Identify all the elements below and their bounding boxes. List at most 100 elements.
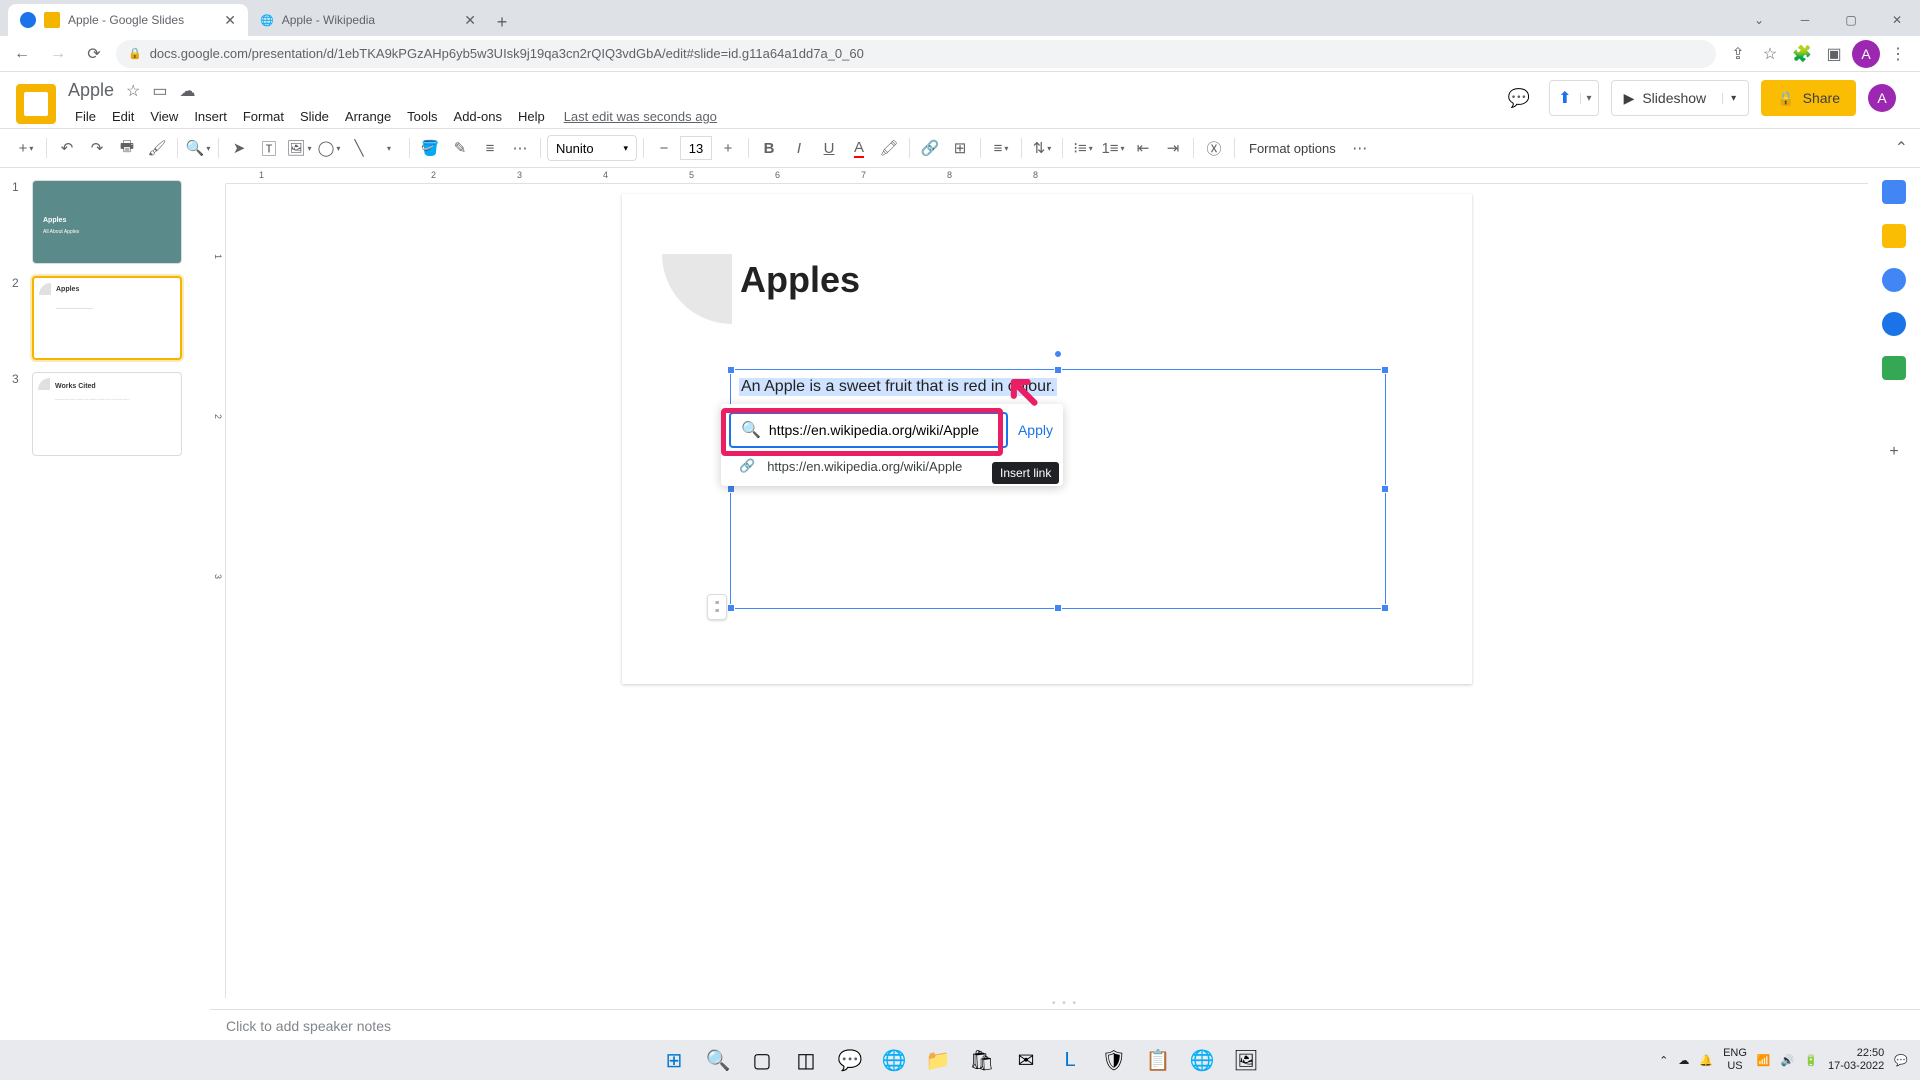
- start-button[interactable]: ⊞: [654, 1040, 694, 1080]
- last-edit-link[interactable]: Last edit was seconds ago: [564, 109, 717, 124]
- redo-button[interactable]: ↷: [83, 134, 111, 162]
- cloud-status-icon[interactable]: ☁: [180, 81, 196, 101]
- notification-icon[interactable]: 💬: [1894, 1054, 1908, 1067]
- app-icon[interactable]: L: [1050, 1040, 1090, 1080]
- highlight-button[interactable]: 🖍: [875, 134, 903, 162]
- chevron-down-icon[interactable]: ▾: [1580, 93, 1598, 104]
- bullet-list-button[interactable]: ⁝≡: [1069, 134, 1097, 162]
- shape-button[interactable]: ◯: [315, 134, 343, 162]
- menu-file[interactable]: File: [68, 105, 103, 128]
- undo-button[interactable]: ↶: [53, 134, 81, 162]
- tasks-addon-icon[interactable]: [1882, 268, 1906, 292]
- bookmark-icon[interactable]: ☆: [1756, 40, 1784, 68]
- resize-handle[interactable]: [727, 366, 735, 374]
- print-button[interactable]: 🖶: [113, 134, 141, 162]
- menu-help[interactable]: Help: [511, 105, 552, 128]
- horizontal-ruler[interactable]: 12 34 56 78 8: [226, 168, 1868, 184]
- decrease-font-button[interactable]: −: [650, 134, 678, 162]
- font-size-input[interactable]: [680, 136, 712, 160]
- line-button[interactable]: ╲: [345, 134, 373, 162]
- task-view-button[interactable]: ▢: [742, 1040, 782, 1080]
- rotate-handle[interactable]: [1054, 350, 1062, 358]
- tray-chevron-icon[interactable]: ⌃: [1659, 1054, 1668, 1067]
- image-button[interactable]: 🖼: [285, 134, 313, 162]
- back-button[interactable]: ←: [8, 40, 36, 68]
- menu-edit[interactable]: Edit: [105, 105, 141, 128]
- resize-handle[interactable]: [1381, 366, 1389, 374]
- star-icon[interactable]: ☆: [126, 81, 140, 101]
- browser-tab[interactable]: 🌐 Apple - Wikipedia ✕: [248, 4, 488, 36]
- collapse-toolbar-icon[interactable]: ⌃: [1895, 138, 1908, 158]
- selected-text-span[interactable]: An Apple is a sweet fruit that is red in…: [739, 378, 1057, 396]
- link-search-box[interactable]: 🔍: [729, 412, 1008, 448]
- format-options-button[interactable]: Format options: [1241, 141, 1344, 156]
- document-title[interactable]: Apple: [68, 80, 114, 101]
- underline-button[interactable]: U: [815, 134, 843, 162]
- zoom-button[interactable]: 🔍: [184, 134, 212, 162]
- widgets-button[interactable]: ◫: [786, 1040, 826, 1080]
- resize-handle[interactable]: [1381, 604, 1389, 612]
- link-url-input[interactable]: [769, 422, 996, 438]
- tab-search-icon[interactable]: ⌄: [1736, 4, 1782, 36]
- chrome-menu-icon[interactable]: ⋮: [1884, 40, 1912, 68]
- bold-button[interactable]: B: [755, 134, 783, 162]
- font-family-select[interactable]: Nunito ▾: [547, 135, 637, 161]
- menu-format[interactable]: Format: [236, 105, 291, 128]
- profile-avatar[interactable]: A: [1852, 40, 1880, 68]
- contacts-addon-icon[interactable]: [1882, 312, 1906, 336]
- battery-icon[interactable]: 🔋: [1804, 1054, 1818, 1067]
- wifi-icon[interactable]: 📶: [1757, 1054, 1771, 1067]
- volume-icon[interactable]: 🔊: [1781, 1054, 1795, 1067]
- resize-handle[interactable]: [727, 485, 735, 493]
- edge-icon[interactable]: 🌐: [874, 1040, 914, 1080]
- vertical-ruler[interactable]: 1 2 3: [210, 184, 226, 998]
- line-dd-button[interactable]: ▾: [375, 134, 403, 162]
- textbox-button[interactable]: 🅃: [255, 134, 283, 162]
- new-slide-button[interactable]: +: [12, 134, 40, 162]
- search-button[interactable]: 🔍: [698, 1040, 738, 1080]
- splitter-handle[interactable]: [707, 594, 727, 620]
- maps-addon-icon[interactable]: [1882, 356, 1906, 380]
- paint-format-button[interactable]: 🖌: [143, 134, 171, 162]
- splitter-dots[interactable]: • • •: [210, 998, 1920, 1009]
- align-button[interactable]: ≡: [987, 134, 1015, 162]
- menu-arrange[interactable]: Arrange: [338, 105, 398, 128]
- chat-button[interactable]: 💬: [830, 1040, 870, 1080]
- border-weight-button[interactable]: ≡: [476, 134, 504, 162]
- extensions-icon[interactable]: 🧩: [1788, 40, 1816, 68]
- photos-icon[interactable]: 🖼: [1226, 1040, 1266, 1080]
- comments-icon[interactable]: 💬: [1501, 80, 1537, 116]
- menu-tools[interactable]: Tools: [400, 105, 444, 128]
- url-input[interactable]: 🔒 docs.google.com/presentation/d/1ebTKA9…: [116, 40, 1716, 68]
- chevron-down-icon[interactable]: ▾: [1722, 93, 1736, 104]
- sidepanel-icon[interactable]: ▣: [1820, 40, 1848, 68]
- border-color-button[interactable]: ✎: [446, 134, 474, 162]
- explorer-icon[interactable]: 📁: [918, 1040, 958, 1080]
- increase-font-button[interactable]: +: [714, 134, 742, 162]
- slides-logo-icon[interactable]: [16, 84, 56, 124]
- close-tab-icon[interactable]: ✕: [224, 12, 236, 29]
- share-button[interactable]: 🔒 Share: [1761, 80, 1856, 116]
- add-addon-button[interactable]: +: [1882, 440, 1906, 464]
- select-tool-button[interactable]: ➤: [225, 134, 253, 162]
- close-window-button[interactable]: ✕: [1874, 4, 1920, 36]
- text-color-button[interactable]: A: [845, 134, 873, 162]
- apply-button[interactable]: Apply: [1016, 416, 1055, 444]
- maximize-button[interactable]: ▢: [1828, 4, 1874, 36]
- clear-format-button[interactable]: Ⓧ: [1200, 134, 1228, 162]
- new-tab-button[interactable]: +: [488, 8, 516, 36]
- border-dash-button[interactable]: ⋯: [506, 134, 534, 162]
- resize-handle[interactable]: [1054, 604, 1062, 612]
- chrome-icon[interactable]: 🌐: [1182, 1040, 1222, 1080]
- slide-canvas[interactable]: Apples An Apple is a sweet fruit that is…: [622, 194, 1472, 684]
- menu-slide[interactable]: Slide: [293, 105, 336, 128]
- line-spacing-button[interactable]: ⇅: [1028, 134, 1056, 162]
- move-icon[interactable]: ▭: [152, 81, 167, 101]
- account-avatar[interactable]: A: [1868, 84, 1896, 112]
- store-icon[interactable]: 🛍: [962, 1040, 1002, 1080]
- resize-handle[interactable]: [1381, 485, 1389, 493]
- italic-button[interactable]: I: [785, 134, 813, 162]
- reload-button[interactable]: ⟳: [80, 40, 108, 68]
- slide-title-text[interactable]: Apples: [740, 259, 860, 301]
- decrease-indent-button[interactable]: ⇤: [1129, 134, 1157, 162]
